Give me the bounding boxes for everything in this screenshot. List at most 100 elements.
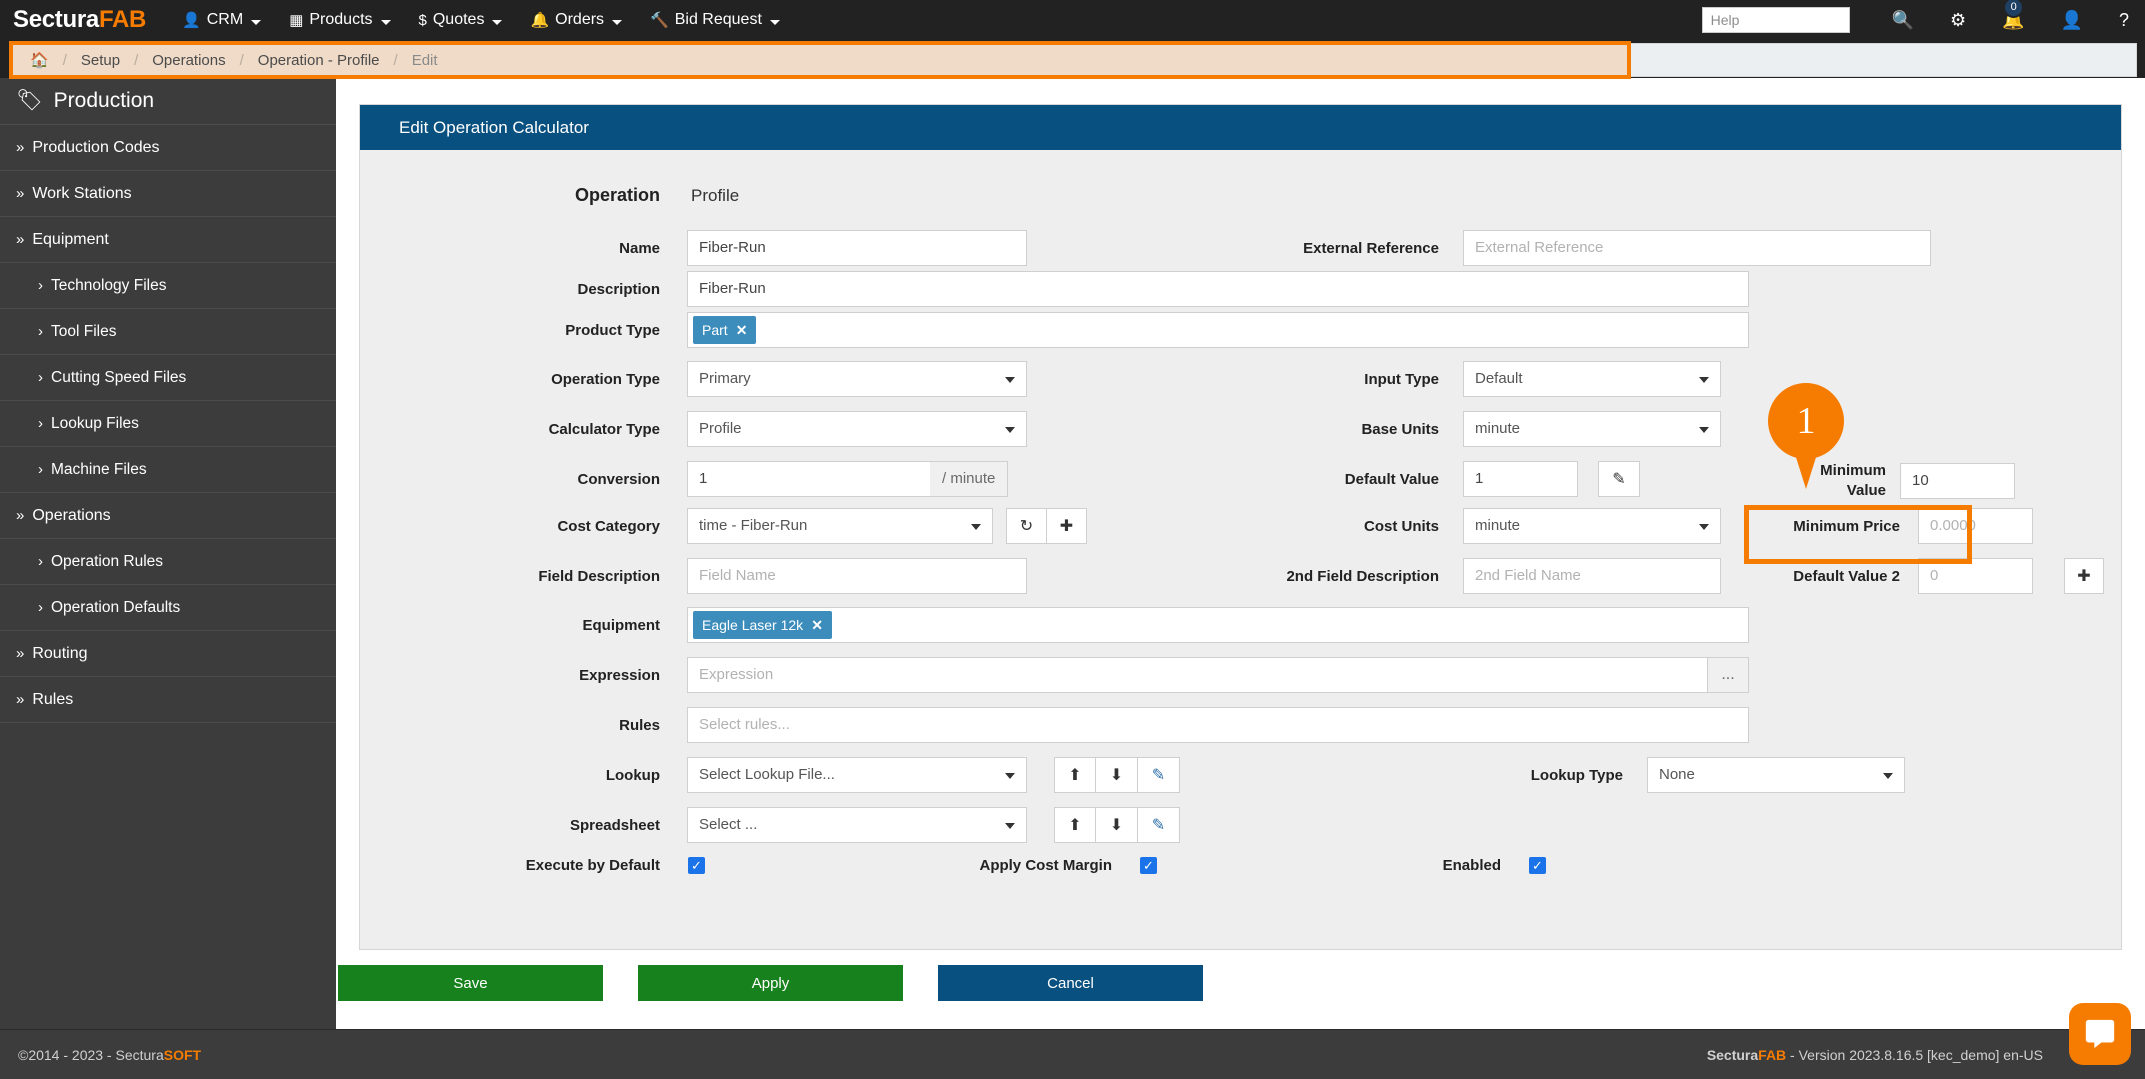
upload-icon[interactable]: ⬆ xyxy=(1054,807,1096,843)
equipment-tag-input[interactable]: Eagle Laser 12k ✕ xyxy=(687,607,1749,643)
sidebar-item-work-stations[interactable]: » Work Stations xyxy=(0,171,336,217)
nav-item-bid-request[interactable]: 🔨 Bid Request xyxy=(650,11,780,29)
name-input[interactable]: Fiber-Run xyxy=(687,230,1027,266)
chat-bubble-icon[interactable] xyxy=(2069,1003,2131,1065)
chevron-right-icon: › xyxy=(38,277,43,294)
edit-pencil-icon[interactable]: ✎ xyxy=(1138,757,1180,793)
breadcrumb-item-operation-profile[interactable]: Operation - Profile xyxy=(258,52,380,69)
gear-icon[interactable]: ⚙ xyxy=(1950,10,1966,31)
rules-input[interactable]: Select rules... xyxy=(687,707,1749,743)
edit-pencil-icon[interactable]: ✎ xyxy=(1598,461,1640,497)
sidebar-item-operation-defaults[interactable]: › Operation Defaults xyxy=(0,585,336,631)
expression-input[interactable]: Expression xyxy=(687,657,1707,693)
upload-icon[interactable]: ⬆ xyxy=(1054,757,1096,793)
nav-item-crm[interactable]: 👤 CRM xyxy=(182,11,261,29)
save-button[interactable]: Save xyxy=(338,965,603,1001)
sidebar-item-operation-rules[interactable]: › Operation Rules xyxy=(0,539,336,585)
field-row-rules: Rules Select rules... xyxy=(360,707,1749,743)
enabled-checkbox[interactable]: ✓ xyxy=(1529,857,1546,874)
refresh-icon[interactable]: ↻ xyxy=(1006,508,1047,544)
lookup-type-select[interactable]: None xyxy=(1647,757,1905,793)
description-input[interactable]: Fiber-Run xyxy=(687,271,1749,307)
cost-units-select[interactable]: minute xyxy=(1463,508,1721,544)
input-type-label: Input Type xyxy=(1189,371,1439,388)
apply-cost-margin-label: Apply Cost Margin xyxy=(892,857,1112,874)
lookup-type-label: Lookup Type xyxy=(1423,767,1623,784)
sidebar-item-label: Technology Files xyxy=(51,277,166,295)
tag-icon: 🏷 xyxy=(16,89,43,113)
account-menu-button[interactable]: 👤 xyxy=(2061,10,2083,31)
sidebar-item-equipment[interactable]: » Equipment xyxy=(0,217,336,263)
default-value-input[interactable]: 1 xyxy=(1463,461,1578,497)
nav-item-orders[interactable]: 🔔 Orders xyxy=(530,11,622,29)
lookup-select[interactable]: Select Lookup File... xyxy=(687,757,1027,793)
breadcrumb-item-operations[interactable]: Operations xyxy=(152,52,225,69)
external-reference-input[interactable]: External Reference xyxy=(1463,230,1931,266)
field-row-description: Description Fiber-Run xyxy=(360,271,1749,307)
expression-builder-button[interactable]: ... xyxy=(1707,657,1749,693)
chevron-down-icon xyxy=(492,20,502,25)
search-icon[interactable]: 🔍 xyxy=(1892,10,1914,31)
minimum-price-input[interactable]: 0.0000 xyxy=(1918,508,2033,544)
sidebar-item-label: Operation Defaults xyxy=(51,599,180,617)
notifications-button[interactable]: 0 🔔 xyxy=(2002,10,2024,31)
product-type-tag[interactable]: Part ✕ xyxy=(693,316,756,344)
apply-cost-margin-checkbox[interactable]: ✓ xyxy=(1140,857,1157,874)
add-field-plus-icon[interactable]: ✚ xyxy=(2064,558,2104,594)
double-chevron-right-icon: » xyxy=(16,139,24,156)
download-icon[interactable]: ⬇ xyxy=(1096,807,1138,843)
base-units-select[interactable]: minute xyxy=(1463,411,1721,447)
spreadsheet-select[interactable]: Select ... xyxy=(687,807,1027,843)
field-row-spreadsheet: Spreadsheet Select ... ⬆ ⬇ ✎ xyxy=(360,807,1180,843)
minimum-price-label: Minimum Price xyxy=(1745,518,1900,535)
base-units-label: Base Units xyxy=(1189,421,1439,438)
plus-icon[interactable]: ✚ xyxy=(1046,508,1087,544)
sidebar-item-operations[interactable]: » Operations xyxy=(0,493,336,539)
equipment-tag[interactable]: Eagle Laser 12k ✕ xyxy=(693,611,832,639)
execute-by-default-checkbox[interactable]: ✓ xyxy=(688,857,705,874)
remove-tag-icon[interactable]: ✕ xyxy=(811,617,823,634)
sidebar-item-label: Operations xyxy=(32,507,110,525)
operation-type-select[interactable]: Primary xyxy=(687,361,1027,397)
sidebar-item-tool-files[interactable]: › Tool Files xyxy=(0,309,336,355)
calculator-type-select[interactable]: Profile xyxy=(687,411,1027,447)
second-field-description-input[interactable]: 2nd Field Name xyxy=(1463,558,1721,594)
home-icon[interactable]: 🏠 xyxy=(30,51,49,69)
download-icon[interactable]: ⬇ xyxy=(1096,757,1138,793)
question-icon[interactable]: ? xyxy=(2119,10,2129,31)
sidebar-item-lookup-files[interactable]: › Lookup Files xyxy=(0,401,336,447)
edit-pencil-icon[interactable]: ✎ xyxy=(1138,807,1180,843)
conversion-input[interactable]: 1 xyxy=(687,461,930,497)
input-type-select[interactable]: Default xyxy=(1463,361,1721,397)
sidebar-item-machine-files[interactable]: › Machine Files xyxy=(0,447,336,493)
sidebar-item-production-codes[interactable]: » Production Codes xyxy=(0,125,336,171)
breadcrumb-separator: / xyxy=(134,52,138,69)
rules-label: Rules xyxy=(360,717,660,734)
remove-tag-icon[interactable]: ✕ xyxy=(736,322,748,339)
nav-item-label: Products xyxy=(309,11,372,29)
help-search-input[interactable]: Help xyxy=(1702,7,1850,33)
sidebar-item-cutting-speed-files[interactable]: › Cutting Speed Files xyxy=(0,355,336,401)
field-description-input[interactable]: Field Name xyxy=(687,558,1027,594)
cancel-button[interactable]: Cancel xyxy=(938,965,1203,1001)
cost-category-select[interactable]: time - Fiber-Run xyxy=(687,508,993,544)
apply-button[interactable]: Apply xyxy=(638,965,903,1001)
double-chevron-right-icon: » xyxy=(16,507,24,524)
sidebar-item-routing[interactable]: » Routing xyxy=(0,631,336,677)
annotation-marker-1: 1 xyxy=(1768,383,1844,489)
sidebar-item-rules[interactable]: » Rules xyxy=(0,677,336,723)
app-logo[interactable]: SecturaFAB xyxy=(13,6,146,34)
breadcrumb-item-setup[interactable]: Setup xyxy=(81,52,120,69)
sidebar-item-technology-files[interactable]: › Technology Files xyxy=(0,263,336,309)
copyright-text: ©2014 - 2023 - SecturaSOFT xyxy=(18,1047,201,1063)
conversion-label: Conversion xyxy=(360,471,660,488)
sidebar-item-label: Equipment xyxy=(32,231,109,249)
default-value-2-input[interactable]: 0 xyxy=(1918,558,2033,594)
top-nav-right-group: Help 🔍 ⚙ 0 🔔 👤 ? xyxy=(1702,7,2145,33)
nav-item-quotes[interactable]: $ Quotes xyxy=(419,11,503,29)
minimum-value-input[interactable]: 10 xyxy=(1900,463,2015,499)
nav-item-products[interactable]: ▦ Products xyxy=(289,11,390,29)
chevron-down-icon xyxy=(1005,427,1015,433)
product-type-tag-input[interactable]: Part ✕ xyxy=(687,312,1749,348)
lookup-label: Lookup xyxy=(360,767,660,784)
